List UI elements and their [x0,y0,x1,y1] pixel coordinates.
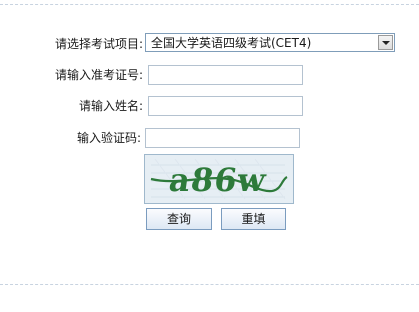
name-input[interactable] [148,96,303,116]
reset-button[interactable]: 重填 [221,208,286,230]
captcha-graphic: a86w [145,155,293,203]
query-button[interactable]: 查询 [146,208,212,230]
top-divider [0,4,419,5]
verification-code-input[interactable] [145,128,300,148]
ticket-number-input[interactable] [148,65,303,85]
bottom-divider [0,284,419,285]
verification-code-label: 输入验证码: [76,131,141,145]
chevron-down-icon[interactable] [378,35,393,50]
name-label: 请输入姓名: [78,99,143,113]
ticket-number-label: 请输入准考证号: [54,68,143,82]
exam-select-value: 全国大学英语四级考试(CET4) [151,36,312,50]
captcha-image[interactable]: a86w [144,154,294,204]
exam-select[interactable]: 全国大学英语四级考试(CET4) [145,33,395,52]
exam-label: 请选择考试项目: [54,37,143,51]
query-form-page: 请选择考试项目: 全国大学英语四级考试(CET4) 请输入准考证号: 请输入姓名… [0,0,419,312]
